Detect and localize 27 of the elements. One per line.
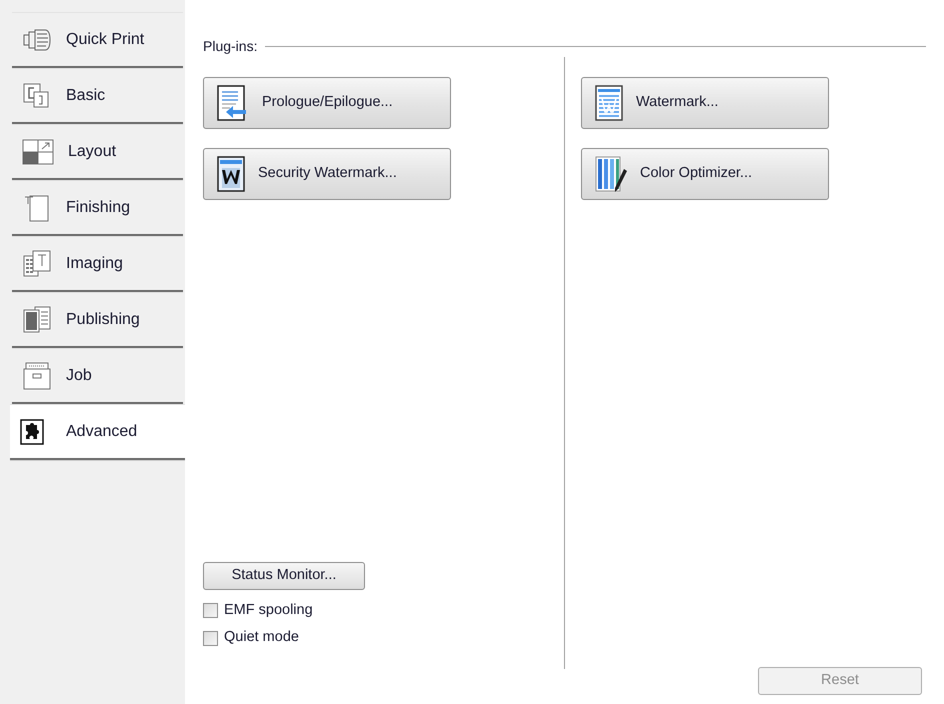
sidebar-tab[interactable]: Basic bbox=[12, 68, 183, 124]
checkbox[interactable] bbox=[203, 630, 218, 646]
sidebar-tab[interactable]: Quick Print bbox=[12, 12, 183, 68]
plugin-button[interactable]: Watermark... bbox=[581, 77, 829, 129]
sidebar-tab[interactable]: Job bbox=[12, 348, 183, 404]
document-icon bbox=[22, 306, 52, 334]
status-monitor-button[interactable]: Status Monitor... bbox=[203, 562, 365, 590]
checkbox[interactable] bbox=[203, 602, 218, 618]
watermark-page-icon bbox=[594, 85, 624, 121]
sidebar-tab[interactable]: Imaging bbox=[12, 236, 183, 292]
checkbox-label: Quiet mode bbox=[224, 628, 299, 648]
checkbox-label: EMF spooling bbox=[224, 600, 313, 620]
plugin-button[interactable]: Color Optimizer... bbox=[581, 148, 829, 200]
printer-icon bbox=[22, 26, 52, 52]
sidebar-tab[interactable]: Finishing bbox=[12, 180, 183, 236]
section-heading: Plug-ins: bbox=[203, 37, 258, 56]
sidebar-tab[interactable]: Layout bbox=[12, 124, 183, 180]
drawer-icon bbox=[22, 362, 52, 390]
sidebar-tab[interactable]: Publishing bbox=[12, 292, 183, 348]
puzzle-icon bbox=[20, 418, 44, 444]
plugin-button[interactable]: Security Watermark... bbox=[203, 148, 451, 200]
watermark-page-icon bbox=[216, 156, 246, 192]
layout-icon bbox=[22, 138, 54, 164]
page-icon bbox=[22, 250, 52, 278]
sidebar-tab[interactable]: Advanced bbox=[10, 404, 185, 460]
pen-bars-icon bbox=[594, 155, 628, 193]
plugin-button[interactable]: Prologue/Epilogue... bbox=[203, 77, 451, 129]
